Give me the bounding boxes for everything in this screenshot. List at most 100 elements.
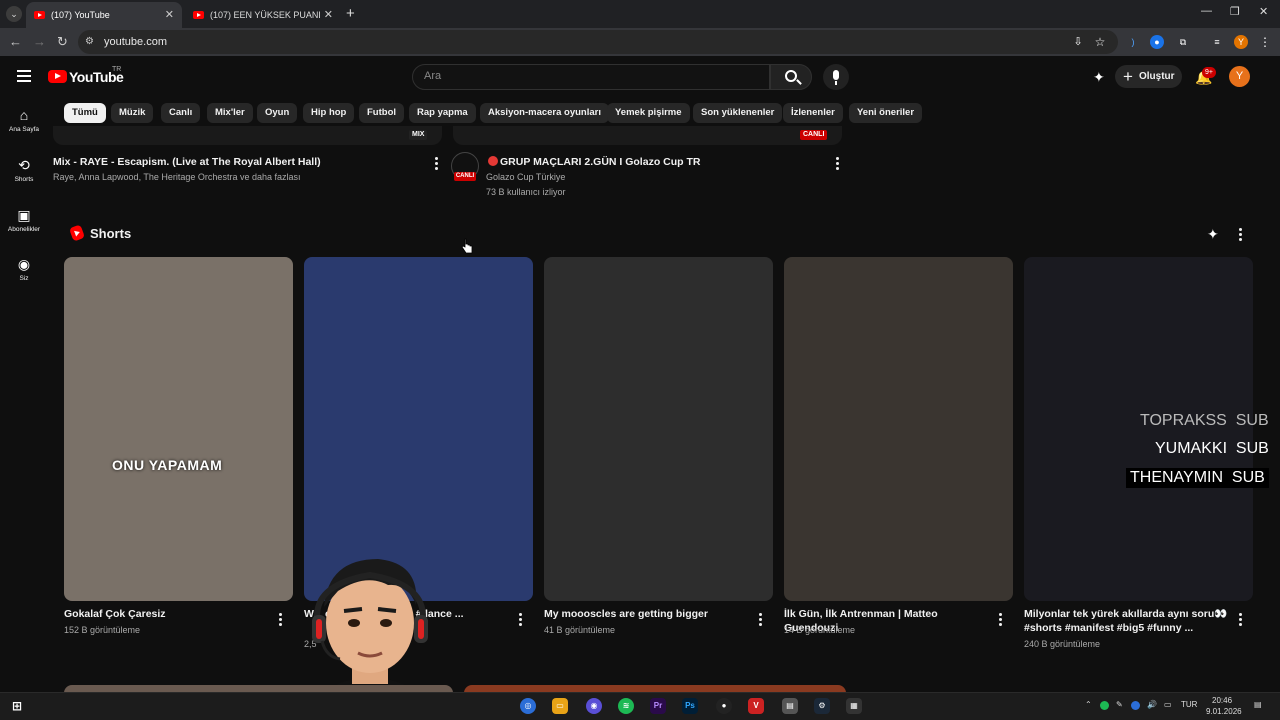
short-menu-icon[interactable] <box>1239 613 1243 628</box>
ai-sparkle-icon[interactable]: ✦ <box>1207 226 1219 243</box>
notification-center-icon[interactable]: ▤ <box>1254 700 1262 709</box>
omnibox[interactable] <box>78 30 1118 54</box>
filter-chip[interactable]: Son yüklenenler <box>693 103 783 123</box>
url-text[interactable]: youtube.com <box>104 36 167 48</box>
browser-tab-youtube[interactable]: (107) YouTube ✕ <box>26 2 182 28</box>
tray-app-icon[interactable] <box>1131 701 1140 710</box>
tab-search-icon[interactable]: ⌄ <box>6 6 22 22</box>
site-info-icon[interactable]: ⚙ <box>85 36 94 47</box>
close-tab-icon[interactable]: ✕ <box>324 8 333 21</box>
browser-menu-icon[interactable]: ⋮ <box>1258 35 1272 49</box>
language-indicator[interactable]: TUR <box>1181 700 1197 709</box>
create-button[interactable]: + Oluştur <box>1115 65 1182 88</box>
create-label: Oluştur <box>1139 71 1175 82</box>
short-menu-icon[interactable] <box>279 613 283 628</box>
subscriptions-icon: ▣ <box>17 207 31 223</box>
restore-icon[interactable]: ❐ <box>1230 5 1240 18</box>
voice-search-button[interactable] <box>823 64 849 90</box>
shorts-menu-icon[interactable] <box>1239 228 1243 243</box>
close-window-icon[interactable]: ✕ <box>1259 5 1268 18</box>
video-menu-icon[interactable] <box>435 157 439 172</box>
chrome-icon[interactable]: ◎ <box>520 698 536 714</box>
filter-chip[interactable]: Hip hop <box>303 103 355 123</box>
premiere-icon[interactable]: Pr <box>650 698 666 714</box>
mix-badge: MIX <box>409 130 428 140</box>
filter-chip[interactable]: Futbol <box>359 103 405 123</box>
discord-icon[interactable]: ◉ <box>586 698 602 714</box>
video-thumbnail-live[interactable] <box>453 126 842 145</box>
minimize-icon[interactable]: — <box>1201 5 1212 17</box>
install-icon[interactable]: ⇩ <box>1071 35 1085 49</box>
short-menu-icon[interactable] <box>759 613 763 628</box>
short-title[interactable]: My moooscles are getting bigger <box>544 607 754 621</box>
steam-icon[interactable]: ⚙ <box>814 698 830 714</box>
sidebar-item-subscriptions[interactable]: ▣ Abonelikler <box>0 208 48 233</box>
clock-time[interactable]: 20:46 <box>1212 696 1232 705</box>
obs-icon[interactable]: ● <box>716 698 732 714</box>
volume-icon[interactable]: 🔊 <box>1147 700 1157 709</box>
new-tab-button[interactable]: + <box>346 5 355 22</box>
account-avatar[interactable]: Y <box>1229 66 1250 87</box>
sidebar-item-home[interactable]: ⌂ Ana Sayfa <box>0 108 48 133</box>
sidebar-item-you[interactable]: ◉ Siz <box>0 257 48 282</box>
youtube-logo-icon[interactable] <box>48 70 67 83</box>
filter-chip[interactable]: Aksiyon-macera oyunları <box>480 103 609 123</box>
search-box[interactable] <box>412 64 770 90</box>
video-thumbnail-mix[interactable] <box>53 126 442 145</box>
extension-blue-icon[interactable]: ● <box>1150 35 1164 49</box>
filter-chip[interactable]: Rap yapma <box>409 103 476 123</box>
filter-chip[interactable]: Müzik <box>111 103 154 123</box>
windows-start-icon[interactable]: ⊞ <box>9 698 25 714</box>
filter-chip[interactable]: Yeni öneriler <box>849 103 923 123</box>
extensions-puzzle-icon[interactable]: ⧉ <box>1176 35 1190 49</box>
short-thumbnail[interactable] <box>544 257 773 601</box>
video-menu-icon[interactable] <box>836 157 840 172</box>
short-title[interactable]: Milyonlar tek yürek akıllarda aynı soru👀… <box>1024 607 1234 635</box>
app-icon[interactable]: ▦ <box>846 698 862 714</box>
short-title[interactable]: Gokalaf Çok Çaresiz <box>64 607 274 621</box>
short-menu-icon[interactable] <box>519 613 523 628</box>
app-icon[interactable]: ▤ <box>782 698 798 714</box>
ai-sparkle-icon[interactable]: ✦ <box>1093 69 1105 86</box>
filter-chip[interactable]: Yemek pişirme <box>607 103 690 123</box>
profile-icon[interactable]: Y <box>1234 35 1248 49</box>
short-overlay-text: ONU YAPAMAM <box>112 457 223 473</box>
browser-tab-second[interactable]: (107) EEN YÜKSEK PUANLI RES ✕ <box>185 2 341 28</box>
search-input[interactable]: Ara <box>424 70 441 82</box>
short-menu-icon[interactable] <box>999 613 1003 628</box>
reload-icon[interactable]: ↻ <box>57 34 68 50</box>
filter-chip[interactable]: Tümü <box>64 103 106 123</box>
filter-chip[interactable]: Canlı <box>161 103 201 123</box>
file-explorer-icon[interactable]: ▭ <box>552 698 568 714</box>
bookmark-star-icon[interactable]: ☆ <box>1093 35 1107 49</box>
tray-overflow-icon[interactable]: ⌃ <box>1085 700 1092 709</box>
video-title[interactable]: Mix - RAYE - Escapism. (Live at The Roya… <box>53 156 321 168</box>
media-control-icon[interactable]: ≡ <box>1210 35 1224 49</box>
guide-menu-icon[interactable] <box>17 70 31 82</box>
back-icon[interactable]: ← <box>9 34 22 49</box>
channel-live-badge: CANLI <box>454 172 476 181</box>
notification-count-badge: 9+ <box>1202 67 1216 78</box>
photoshop-icon[interactable]: Ps <box>682 698 698 714</box>
network-icon[interactable]: ▭ <box>1164 700 1172 709</box>
forward-icon[interactable]: → <box>33 34 46 49</box>
clock-date[interactable]: 9.01.2026 <box>1206 707 1242 716</box>
filter-chip[interactable]: İzlenenler <box>783 103 843 123</box>
spotify-icon[interactable]: ≋ <box>618 698 634 714</box>
filter-chip[interactable]: Oyun <box>257 103 298 123</box>
filter-chip[interactable]: Mix'ler <box>207 103 253 123</box>
video-channel[interactable]: Golazo Cup Türkiye <box>486 172 565 182</box>
video-title[interactable]: GRUP MAÇLARI 2.GÜN I Golazo Cup TR <box>500 156 700 168</box>
extension-icon[interactable]: ) <box>1126 35 1140 49</box>
tray-app-icon[interactable]: ✎ <box>1116 700 1123 709</box>
browser-tab-bar: ⌄ (107) YouTube ✕ (107) EEN YÜKSEK PUANL… <box>0 0 1280 28</box>
sidebar-item-shorts[interactable]: ⟲ Shorts <box>0 158 48 183</box>
short-views: 152 B görüntüleme <box>64 625 141 635</box>
close-tab-icon[interactable]: ✕ <box>165 8 174 21</box>
short-thumbnail[interactable] <box>784 257 1013 601</box>
short-thumbnail[interactable] <box>64 257 293 601</box>
tray-app-icon[interactable] <box>1100 701 1109 710</box>
search-button[interactable] <box>770 64 812 90</box>
video-channel[interactable]: Raye, Anna Lapwood, The Heritage Orchest… <box>53 172 300 182</box>
valorant-icon[interactable]: V <box>748 698 764 714</box>
